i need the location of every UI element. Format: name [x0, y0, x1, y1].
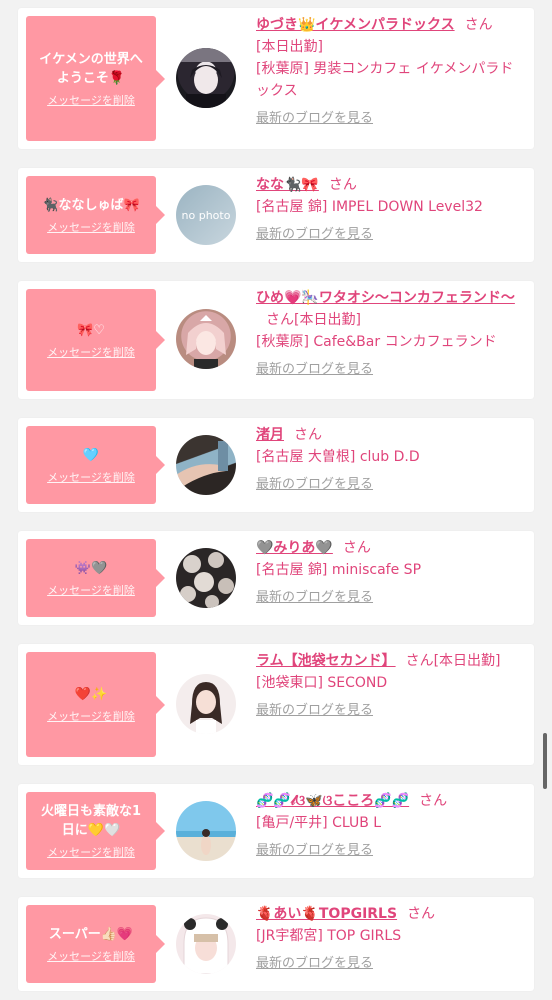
latest-blog-link[interactable]: 最新のブログを見る: [256, 224, 526, 246]
cast-name-link[interactable]: ゆづき👑イケメンパラドックス: [256, 17, 455, 33]
status-text: [本日出勤]: [433, 653, 501, 669]
cast-info: ゆづき👑イケメンパラドックス さん [本日出勤] [秋葉原] 男装コンカフェ イケ…: [256, 14, 526, 130]
avatar[interactable]: [176, 548, 236, 608]
message-bubble: 👾🩶 メッセージを削除: [26, 539, 165, 617]
delete-message-link[interactable]: メッセージを削除: [47, 844, 135, 860]
latest-blog-link[interactable]: 最新のブログを見る: [256, 474, 526, 496]
message-text: 火曜日も素敵な1 日に💛🤍: [40, 804, 142, 838]
avatar-image: [190, 682, 222, 734]
list-item: 火曜日も素敵な1 日に💛🤍 メッセージを削除 🧬🧬𝓁ଓ🦋ଓこころ🧬🧬 さん [亀戸…: [18, 784, 534, 878]
honorific-label: さん: [464, 17, 493, 33]
honorific-label: さん: [407, 906, 436, 922]
shop-text: [JR宇都宮] TOP GIRLS: [256, 928, 402, 944]
avatar-image: [186, 315, 226, 369]
message-text: 🩵: [82, 447, 100, 463]
latest-blog-link[interactable]: 最新のブログを見る: [256, 587, 526, 609]
honorific-label: さん: [342, 540, 371, 556]
avatar-image: [183, 917, 229, 974]
latest-blog-link[interactable]: 最新のブログを見る: [256, 359, 526, 381]
delete-message-link[interactable]: メッセージを削除: [47, 92, 135, 108]
cast-name-link[interactable]: なな🐈‍⬛🎀: [256, 177, 319, 193]
latest-blog-link[interactable]: 最新のブログを見る: [256, 840, 526, 862]
cast-info: なな🐈‍⬛🎀 さん [名古屋 錦] IMPEL DOWN Level32 最新のブ…: [256, 174, 526, 246]
honorific-label: さん: [419, 793, 448, 809]
message-bubble: 🩵 メッセージを削除: [26, 426, 165, 504]
message-text: 🐈‍⬛ななしゅば🎀: [42, 197, 140, 213]
message-text: スーパー👍🏻💗: [48, 926, 134, 942]
shop-text: [池袋東口] SECOND: [256, 675, 388, 691]
avatar-image: [180, 552, 234, 608]
list-item: ❤️✨ メッセージを削除 ラム【池袋セカンド】 さん[本日出勤] [池袋東口] S…: [18, 644, 534, 765]
delete-message-link[interactable]: メッセージを削除: [47, 469, 135, 485]
message-bubble: 🐈‍⬛ななしゅば🎀 メッセージを削除: [26, 176, 165, 254]
status-text: [本日出勤]: [294, 312, 361, 328]
avatar[interactable]: [176, 914, 236, 974]
delete-message-link[interactable]: メッセージを削除: [47, 219, 135, 235]
cast-name-link[interactable]: ひめ💗🎠ワタオシ〜コンカフェランド〜: [256, 290, 515, 306]
message-text: ❤️✨: [74, 687, 108, 702]
message-text: 👾🩶: [74, 560, 108, 576]
list-item: スーパー👍🏻💗 メッセージを削除 🫀あい🫀TOPGIRLS さん [JR宇都宮] …: [18, 897, 534, 991]
honorific-label: さん: [294, 427, 322, 443]
honorific-label: さん: [328, 177, 357, 193]
scrollbar[interactable]: [543, 733, 547, 789]
shop-text: [名古屋 大曽根] club D.D: [256, 449, 420, 465]
avatar[interactable]: [176, 801, 236, 861]
avatar-image: [176, 829, 236, 855]
latest-blog-link[interactable]: 最新のブログを見る: [256, 953, 526, 975]
shop-text: [名古屋 錦] IMPEL DOWN Level32: [256, 199, 483, 215]
message-text: 🎀♡: [77, 322, 105, 338]
honorific-label: さん: [266, 312, 294, 328]
shop-text: [名古屋 錦] miniscafe SP: [256, 562, 422, 578]
cast-info: 🩶みりあ🩶 さん [名古屋 錦] miniscafe SP 最新のブログを見る: [256, 537, 526, 609]
list-item: 🐈‍⬛ななしゅば🎀 メッセージを削除 no photo なな🐈‍⬛🎀 さん [名古…: [18, 168, 534, 262]
delete-message-link[interactable]: メッセージを削除: [47, 948, 135, 964]
list-item: 🩵 メッセージを削除 渚月 さん [名古屋 大曽根] club D.D 最新のブロ…: [18, 418, 534, 512]
avatar[interactable]: [176, 674, 236, 734]
list-item: 👾🩶 メッセージを削除 🩶みりあ🩶 さん [名古屋 錦] miniscafe SP…: [18, 531, 534, 625]
delete-message-link[interactable]: メッセージを削除: [47, 582, 135, 598]
cast-name-link[interactable]: 渚月: [256, 427, 284, 443]
avatar-image: [176, 441, 228, 487]
message-bubble: ❤️✨ メッセージを削除: [26, 652, 165, 757]
cast-info: ひめ💗🎠ワタオシ〜コンカフェランド〜さん[本日出勤] [秋葉原] Cafe&Ba…: [256, 287, 526, 381]
delete-message-link[interactable]: メッセージを削除: [47, 344, 135, 360]
cast-info: 渚月 さん [名古屋 大曽根] club D.D 最新のブログを見る: [256, 424, 526, 496]
avatar[interactable]: [176, 309, 236, 369]
avatar-image: [176, 48, 236, 108]
shop-text: [秋葉原] 男装コンカフェ イケメンパラドックス: [256, 61, 514, 99]
cast-name-link[interactable]: 🩶みりあ🩶: [256, 540, 333, 556]
status-text: [本日出勤]: [256, 39, 323, 55]
honorific-label: さん: [405, 653, 434, 669]
avatar[interactable]: [176, 48, 236, 108]
cast-info: ラム【池袋セカンド】 さん[本日出勤] [池袋東口] SECOND 最新のブログを…: [256, 650, 526, 722]
no-photo-text: no photo: [181, 208, 231, 222]
cast-name-link[interactable]: 🧬🧬𝓁ଓ🦋ଓこころ🧬🧬: [256, 793, 409, 809]
message-bubble: イケメンの世界へ ようこそ🌹 メッセージを削除: [26, 16, 165, 141]
message-bubble: スーパー👍🏻💗 メッセージを削除: [26, 905, 165, 983]
cast-name-link[interactable]: ラム【池袋セカンド】: [256, 653, 396, 669]
cast-name-link[interactable]: 🫀あい🫀TOPGIRLS: [256, 906, 397, 922]
shop-text: [秋葉原] Cafe&Bar コンカフェランド: [256, 334, 497, 350]
message-text: イケメンの世界へ ようこそ🌹: [39, 51, 143, 86]
shop-text: [亀戸/平井] CLUB L: [256, 815, 382, 831]
message-bubble: 🎀♡ メッセージを削除: [26, 289, 165, 391]
message-bubble: 火曜日も素敵な1 日に💛🤍 メッセージを削除: [26, 792, 165, 870]
latest-blog-link[interactable]: 最新のブログを見る: [256, 700, 526, 722]
cast-info: 🧬🧬𝓁ଓ🦋ଓこころ🧬🧬 さん [亀戸/平井] CLUB L 最新のブログを見る: [256, 790, 526, 862]
avatar[interactable]: [176, 435, 236, 495]
delete-message-link[interactable]: メッセージを削除: [47, 708, 135, 724]
list-item: イケメンの世界へ ようこそ🌹 メッセージを削除 ゆづき👑イケメンパラドックス さん…: [18, 8, 534, 149]
list-item: 🎀♡ メッセージを削除 ひめ💗🎠ワタオシ〜コンカフェランド〜さん[本日出勤] […: [18, 281, 534, 399]
cast-info: 🫀あい🫀TOPGIRLS さん [JR宇都宮] TOP GIRLS 最新のブログを…: [256, 903, 526, 975]
latest-blog-link[interactable]: 最新のブログを見る: [256, 108, 526, 130]
avatar[interactable]: no photo: [176, 185, 236, 245]
